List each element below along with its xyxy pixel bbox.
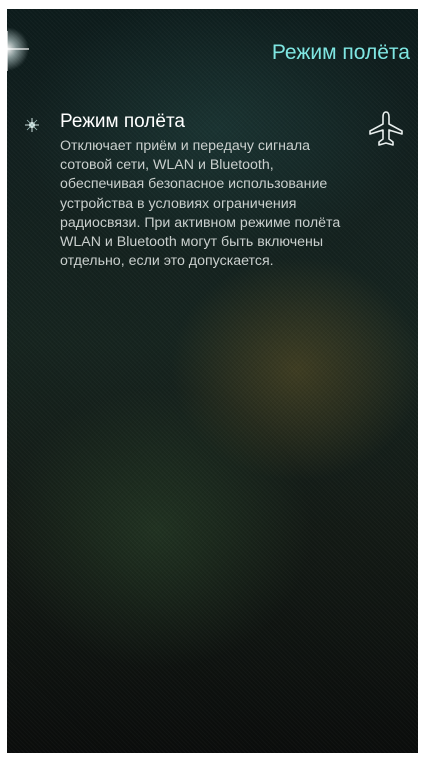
sparkle-bullet-icon: [25, 118, 39, 132]
airplane-icon[interactable]: [366, 109, 406, 149]
screen: Режим полёта Режим полёта Отключает приё…: [7, 9, 418, 753]
airplane-mode-setting[interactable]: Режим полёта Отключает приём и передачу …: [7, 109, 418, 309]
page-title: Режим полёта: [271, 41, 410, 64]
setting-title: Режим полёта: [60, 111, 186, 132]
light-glow-decoration: [7, 27, 29, 71]
setting-description: Отключает приём и передачу сигнала сотов…: [60, 138, 341, 270]
